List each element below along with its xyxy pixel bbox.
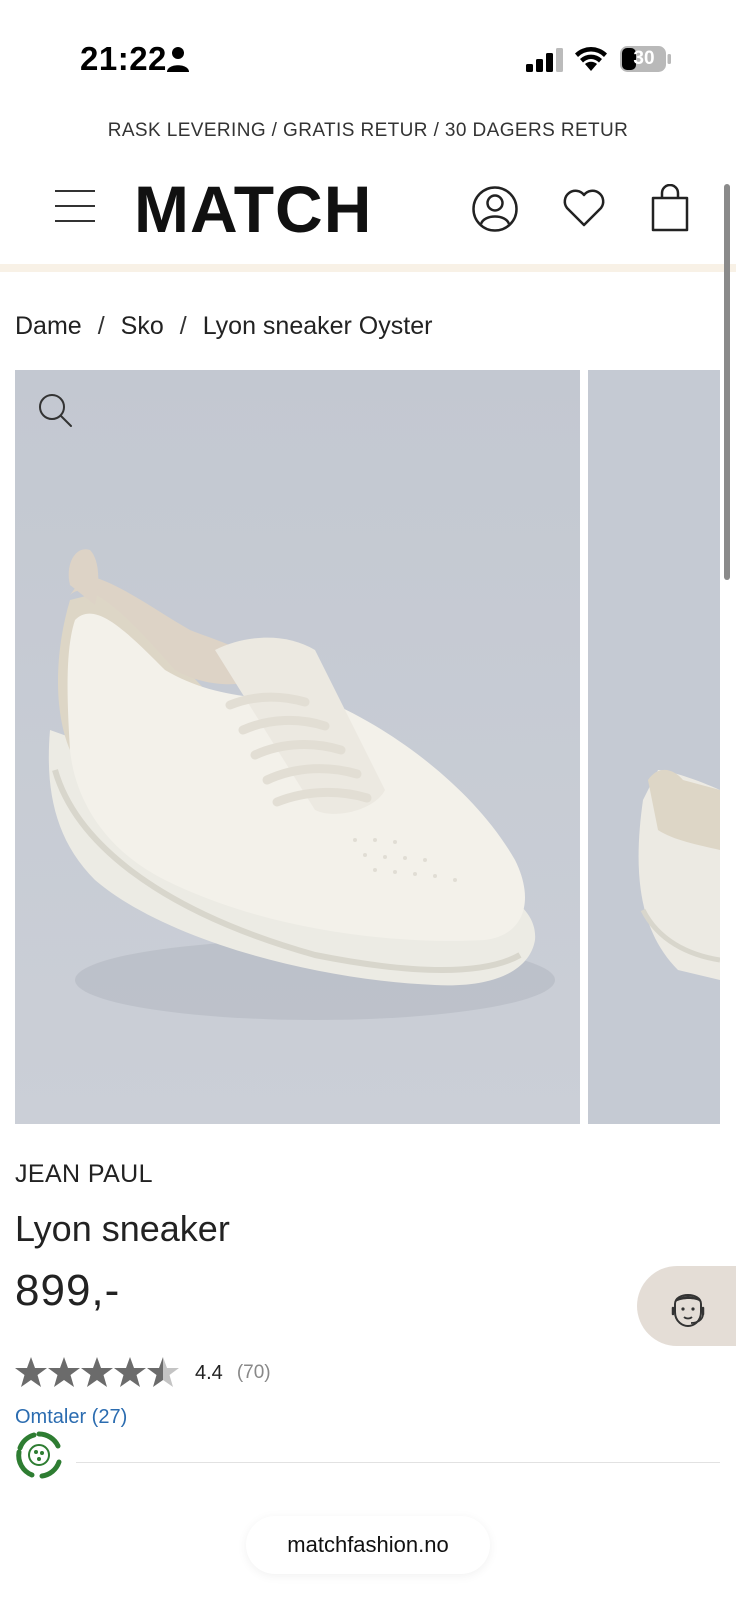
customer-service-chat-button[interactable]	[637, 1266, 736, 1346]
breadcrumb-separator: /	[97, 312, 105, 340]
breadcrumb-separator: /	[179, 312, 187, 340]
product-image-next[interactable]	[588, 370, 720, 1124]
promo-banner: RASK LEVERING / GRATIS RETUR / 30 DAGERS…	[107, 120, 629, 141]
breadcrumb-item-dame[interactable]: Dame	[15, 312, 82, 341]
product-image-main[interactable]	[15, 370, 580, 1124]
battery-level: 30	[633, 48, 655, 69]
person-icon	[167, 47, 189, 72]
status-time: 21:22	[80, 40, 167, 77]
product-price: 899,-	[15, 1266, 121, 1315]
rating-value: 4.4	[195, 1361, 223, 1384]
wifi-icon	[575, 47, 607, 71]
eco-badge-icon[interactable]	[12, 1428, 66, 1482]
cellular-signal-icon	[526, 48, 563, 72]
sneaker-image	[15, 370, 580, 1124]
support-agent-icon	[671, 1294, 705, 1328]
reviews-link[interactable]: Omtaler (27)	[15, 1406, 127, 1429]
header-divider	[0, 264, 736, 272]
breadcrumb: Dame / Sko / Lyon sneaker Oyster	[15, 312, 432, 341]
hamburger-menu-icon[interactable]	[55, 188, 95, 224]
page-scrollbar[interactable]	[724, 184, 730, 580]
rating-count: (70)	[236, 1362, 271, 1383]
breadcrumb-item-current: Lyon sneaker Oyster	[202, 312, 433, 340]
account-icon[interactable]	[472, 186, 518, 232]
product-brand[interactable]: JEAN PAUL	[15, 1160, 153, 1189]
breadcrumb-item-sko[interactable]: Sko	[121, 312, 164, 341]
product-rating[interactable]: 4.4 (70)	[15, 1356, 271, 1390]
browser-url-bar[interactable]: matchfashion.no	[246, 1516, 490, 1574]
section-divider	[76, 1462, 720, 1463]
rating-stars-icon	[15, 1357, 179, 1387]
sneaker-image-partial	[588, 370, 720, 1124]
product-title: Lyon sneaker	[15, 1208, 230, 1249]
wishlist-heart-icon[interactable]	[562, 188, 606, 228]
status-bar: 21:22 30	[0, 0, 736, 110]
zoom-search-icon[interactable]	[37, 392, 73, 428]
shopping-bag-icon[interactable]	[650, 184, 690, 232]
site-header: MATCH	[0, 170, 736, 262]
site-logo[interactable]: MATCH	[134, 176, 372, 242]
